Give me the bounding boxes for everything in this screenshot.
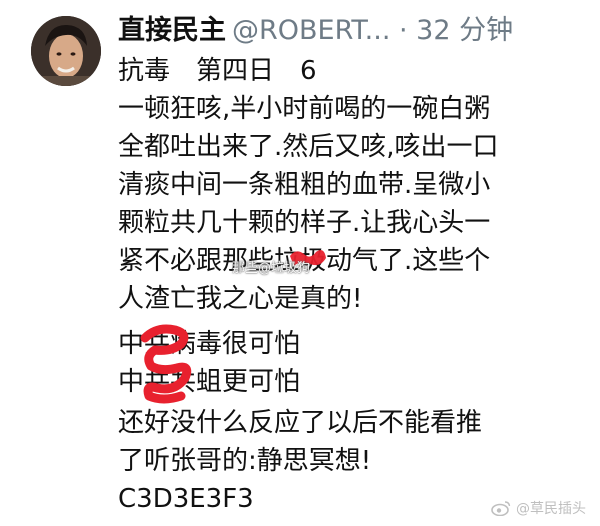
weibo-icon — [491, 501, 511, 516]
avatar[interactable] — [31, 16, 101, 86]
post-header: 直接民主 @ROBERT... · 32 分钟 — [118, 12, 593, 50]
post-text-line: 清痰中间一条粗粗的血带.呈微小 — [118, 170, 491, 200]
watermark-handle: @草民插头 — [516, 501, 586, 517]
post-text-line: 中共共蛆更可怕 — [118, 367, 301, 397]
post-text-line: 还好没什么反应了以后不能看推 — [118, 408, 483, 438]
post-text-line: 一顿狂咳,半小时前喝的一碗白粥 — [118, 94, 491, 124]
watermark-text: 那些@垃圾狗 — [232, 261, 311, 276]
post-text-line: 中共病毒很可怕 — [118, 329, 301, 359]
corner-watermark: @草民插头 — [491, 498, 586, 518]
author-handle[interactable]: @ROBERT... — [232, 15, 390, 46]
post-text-line: 人渣亡我之心是真的! — [118, 284, 363, 314]
post-text-line: 了听张哥的:静思冥想! — [118, 446, 372, 476]
post-text-line: 颗粒共几十颗的样子.让我心头一 — [118, 208, 491, 238]
post-text-line: C3D3E3F3 — [118, 484, 254, 514]
post-text-line: 全都吐出来了.然后又咳,咳出一口 — [118, 132, 499, 162]
post-text-line: 抗毒 第四日 6 — [118, 56, 317, 86]
post-time[interactable]: · 32 分钟 — [390, 15, 513, 46]
author-name[interactable]: 直接民主 — [118, 15, 226, 46]
